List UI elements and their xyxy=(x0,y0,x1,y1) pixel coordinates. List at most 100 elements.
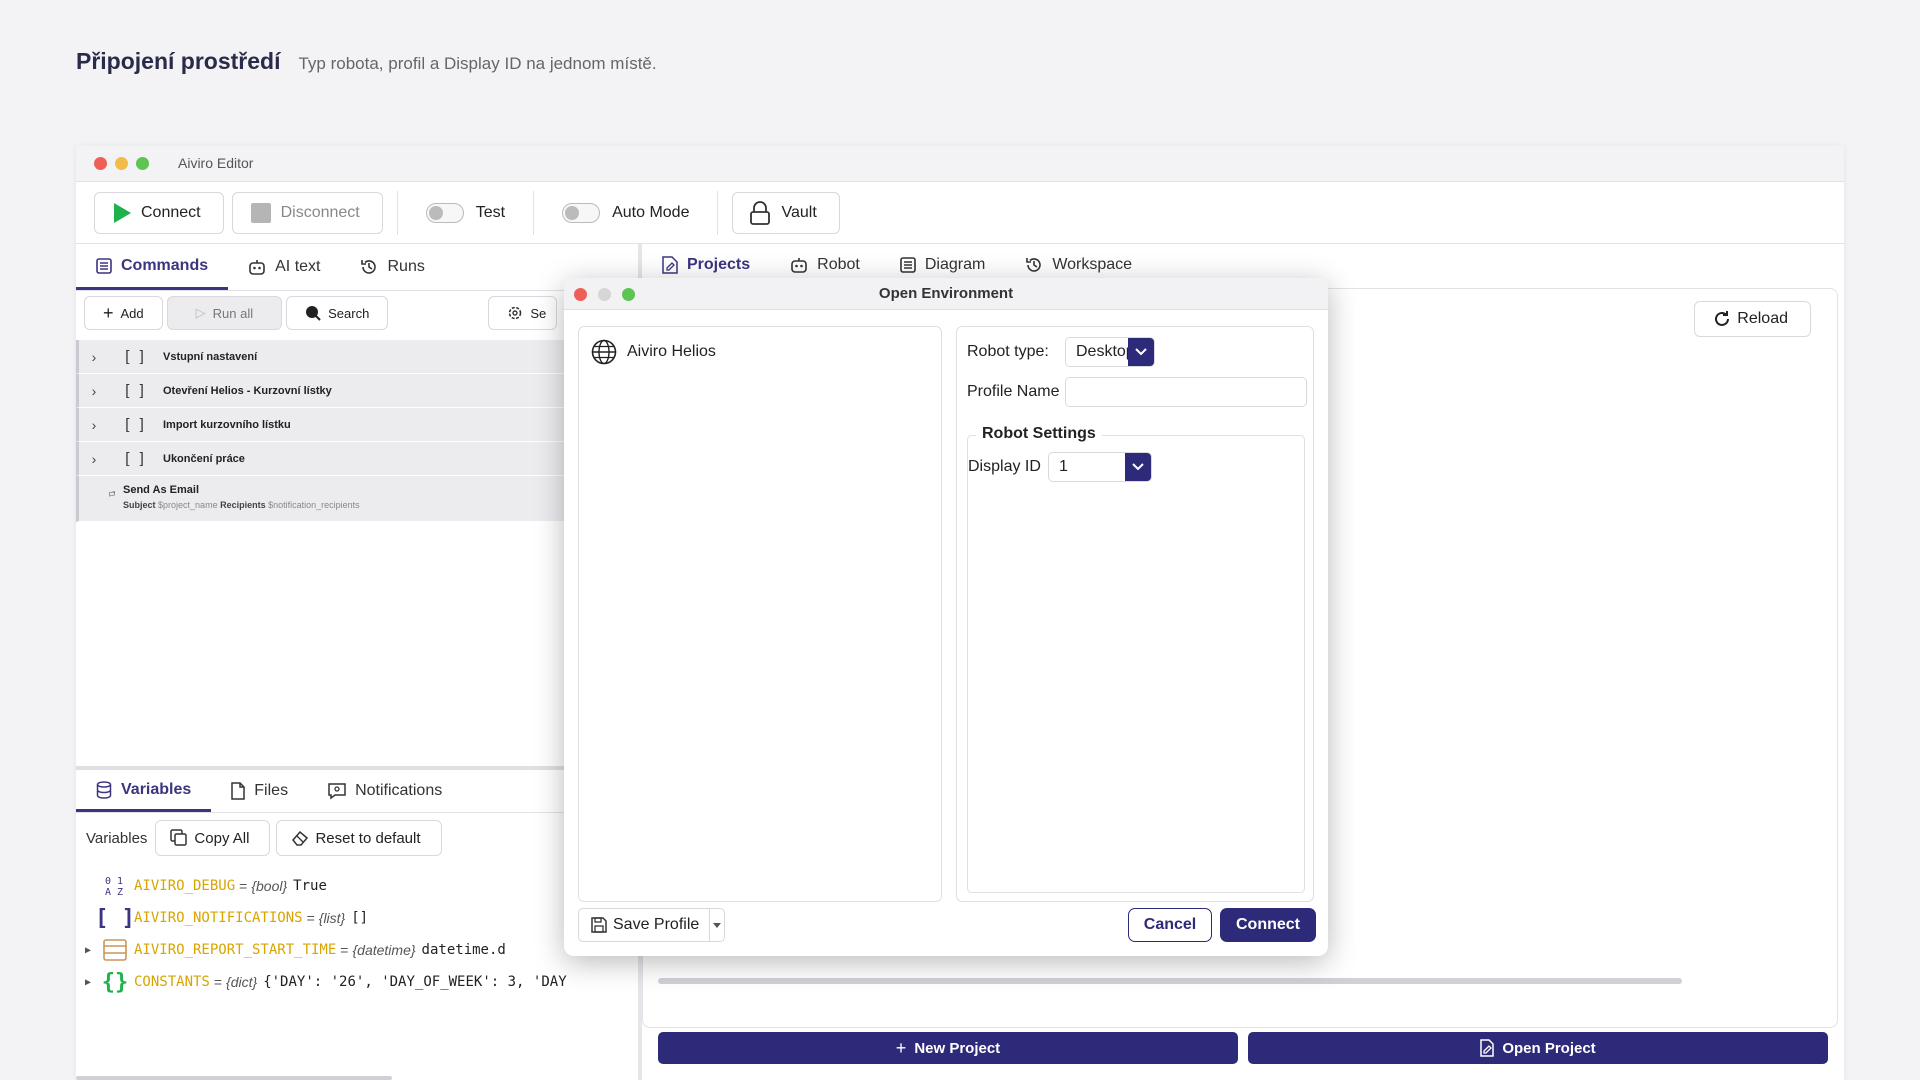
variable-value: [] xyxy=(351,910,369,926)
auto-mode-switch[interactable] xyxy=(562,202,601,223)
caret-down-icon[interactable] xyxy=(710,922,724,928)
svg-text:A Z: A Z xyxy=(105,887,123,897)
dialog-connect-button[interactable]: Connect xyxy=(1220,908,1316,942)
list-icon xyxy=(96,257,112,274)
add-command-button[interactable]: + Add xyxy=(84,296,163,330)
search-icon xyxy=(306,306,321,321)
cancel-button[interactable]: Cancel xyxy=(1128,908,1212,942)
connect-label: Connect xyxy=(141,203,201,221)
run-all-button[interactable]: ▷ Run all xyxy=(166,296,283,330)
vault-button[interactable]: Vault xyxy=(732,191,840,234)
connect-button[interactable]: Connect xyxy=(94,191,224,234)
test-label: Test xyxy=(475,203,506,221)
disconnect-button[interactable]: Disconnect xyxy=(231,191,383,234)
history-icon xyxy=(361,260,377,274)
horizontal-scrollbar[interactable] xyxy=(658,978,1682,984)
refresh-icon xyxy=(1715,311,1730,326)
new-project-button[interactable]: + New Project xyxy=(658,1032,1238,1064)
settings-label: Se xyxy=(530,305,547,321)
tab-workspace-label: Workspace xyxy=(1052,256,1133,273)
tab-commands[interactable]: Commands xyxy=(76,244,229,290)
left-tabs: Commands AI text Runs xyxy=(76,244,445,290)
tab-variables[interactable]: Variables xyxy=(76,770,212,812)
variable-row[interactable]: ▶ {} CONSTANTS = {dict} {'DAY': '26', 'DAY_… xyxy=(76,966,567,998)
settings-button[interactable]: Se xyxy=(488,296,558,330)
maximize-window-button[interactable] xyxy=(136,157,149,170)
auto-mode-toggle[interactable]: Auto Mode xyxy=(548,202,703,223)
variables-list: 0 1A Z AIVIRO_DEBUG = {bool} True [ ] AIVIR… xyxy=(76,870,567,998)
command-row[interactable]: › [ ] Otevření Helios - Kurzovní lístky xyxy=(76,374,640,408)
variable-value: datetime.d xyxy=(421,942,506,958)
save-profile-main[interactable]: Save Profile xyxy=(579,909,711,941)
tab-runs[interactable]: Runs xyxy=(340,244,444,290)
horizontal-scrollbar[interactable] xyxy=(76,1076,392,1080)
variable-row[interactable]: ▶ AIVIRO_REPORT_START_TIME = {datetime} dat… xyxy=(76,934,567,966)
command-row-email[interactable]: Send As Email Subject $project_name Reci… xyxy=(76,476,640,522)
variable-name: AIVIRO_DEBUG xyxy=(134,878,236,894)
tab-ai-text-label: AI text xyxy=(275,258,321,275)
reset-default-button[interactable]: Reset to default xyxy=(276,820,442,856)
equals-sign: = xyxy=(239,878,248,894)
open-project-label: Open Project xyxy=(1502,1039,1596,1057)
variables-toolbar: Variables Copy All Reset to default xyxy=(84,820,442,856)
bottom-tabs: Variables Files Notifications xyxy=(76,770,462,812)
diagram-icon xyxy=(900,257,916,273)
boolean-type-icon: 0 1A Z xyxy=(100,875,130,897)
chevron-right-icon[interactable]: › xyxy=(79,451,109,467)
chevron-down-icon[interactable] xyxy=(1125,453,1151,481)
tab-robot-label: Robot xyxy=(817,256,860,273)
page-title: Připojení prostředí xyxy=(76,48,281,74)
profile-item-label: Aiviro Helios xyxy=(627,343,716,360)
chevron-down-icon[interactable] xyxy=(1128,338,1154,366)
tab-notifications[interactable]: Notifications xyxy=(308,770,462,812)
profile-list: Aiviro Helios xyxy=(578,326,942,902)
variable-row[interactable]: 0 1A Z AIVIRO_DEBUG = {bool} True xyxy=(76,870,567,902)
robot-type-row: Robot type: Desktop xyxy=(967,337,1155,367)
tab-variables-label: Variables xyxy=(121,780,192,798)
profile-name-input[interactable] xyxy=(1065,377,1307,407)
eraser-icon xyxy=(292,830,309,846)
profile-name-row: Profile Name xyxy=(967,377,1307,407)
display-id-label: Display ID xyxy=(968,458,1041,475)
dialog-close-button[interactable] xyxy=(574,288,587,301)
history-icon xyxy=(1026,258,1042,272)
display-id-select[interactable]: 1 xyxy=(1048,452,1152,482)
chevron-right-icon[interactable]: › xyxy=(79,349,109,365)
dialog-title: Open Environment xyxy=(878,285,1014,302)
variable-row[interactable]: [ ] AIVIRO_NOTIFICATIONS = {list} [] xyxy=(76,902,567,934)
commands-toolbar: + Add ▷ Run all Search Se xyxy=(84,296,558,330)
robot-settings-group: Robot Settings Display ID 1 xyxy=(967,425,1305,893)
lock-icon xyxy=(750,200,771,225)
expand-arrow-icon[interactable]: ▶ xyxy=(76,977,100,988)
copy-all-button[interactable]: Copy All xyxy=(155,820,271,856)
dialog-titlebar: Open Environment xyxy=(564,278,1328,310)
chevron-right-icon[interactable]: › xyxy=(79,383,109,399)
tab-files[interactable]: Files xyxy=(211,770,308,812)
profile-item[interactable]: Aiviro Helios xyxy=(579,327,941,377)
save-profile-button[interactable]: Save Profile xyxy=(578,908,726,942)
expand-arrow-icon[interactable]: ▶ xyxy=(76,945,100,956)
test-toggle[interactable]: Test xyxy=(412,202,519,223)
vault-label: Vault xyxy=(781,203,817,221)
search-command-button[interactable]: Search xyxy=(286,296,389,330)
main-toolbar: Connect Disconnect Test Auto Mode Vault xyxy=(76,182,1844,244)
toolbar-divider xyxy=(717,190,719,235)
equals-sign: = xyxy=(213,974,223,990)
test-switch[interactable] xyxy=(425,202,464,223)
command-row[interactable]: › [ ] Ukončení práce xyxy=(76,442,640,476)
robot-icon xyxy=(249,260,265,275)
chevron-right-icon[interactable]: › xyxy=(79,417,109,433)
tab-ai-text[interactable]: AI text xyxy=(228,244,340,290)
stop-icon xyxy=(250,202,271,223)
close-window-button[interactable] xyxy=(94,157,107,170)
robot-type-label: Robot type: xyxy=(967,343,1049,360)
command-row[interactable]: › [ ] Vstupní nastavení xyxy=(76,340,640,374)
open-project-button[interactable]: Open Project xyxy=(1248,1032,1828,1064)
gear-icon xyxy=(509,306,522,320)
reload-button[interactable]: Reload xyxy=(1694,301,1811,337)
minimize-window-button[interactable] xyxy=(115,157,128,170)
command-row[interactable]: › [ ] Import kurzovního lístku xyxy=(76,408,640,442)
plus-icon: + xyxy=(103,303,114,323)
robot-type-select[interactable]: Desktop xyxy=(1065,337,1155,367)
dialog-maximize-button[interactable] xyxy=(622,288,635,301)
